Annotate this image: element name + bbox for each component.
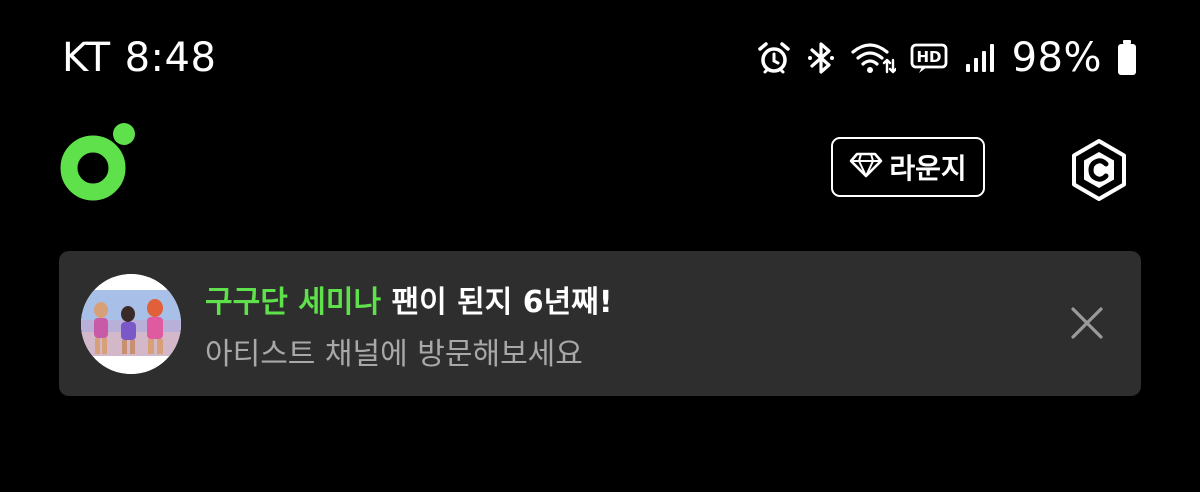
close-icon[interactable] (1067, 303, 1107, 343)
diamond-icon (849, 152, 883, 182)
app-logo-icon[interactable] (60, 118, 140, 202)
status-right: HD 98% (756, 35, 1138, 81)
artist-name: 구구단 세미나 (205, 285, 382, 320)
battery-percent: 98% (1011, 35, 1102, 81)
app-header: 라운지 (60, 118, 1140, 208)
banner-title-rest: 팬이 된지 6년째! (381, 285, 613, 320)
coin-c-icon[interactable] (1067, 138, 1131, 202)
battery-icon (1116, 39, 1138, 77)
clock-time: 8:48 (124, 35, 217, 81)
banner-text: 구구단 세미나 팬이 된지 6년째! 아티스트 채널에 방문해보세요 (205, 277, 613, 373)
wifi-icon (850, 40, 896, 76)
fan-anniversary-banner[interactable]: 구구단 세미나 팬이 된지 6년째! 아티스트 채널에 방문해보세요 (59, 251, 1141, 396)
bluetooth-icon (806, 40, 836, 76)
screen: KT 8:48 HD 98% 라운지 구구단 세미나 팬이 된지 6년째! 아티… (0, 0, 1200, 492)
banner-title: 구구단 세미나 팬이 된지 6년째! (205, 277, 613, 321)
carrier-label: KT (62, 35, 111, 81)
signal-icon (964, 40, 998, 76)
artist-avatar (81, 274, 181, 374)
status-left: KT 8:48 (62, 35, 216, 81)
hd-voice-icon: HD (910, 40, 950, 76)
lounge-button[interactable]: 라운지 (831, 137, 985, 197)
banner-subtitle: 아티스트 채널에 방문해보세요 (205, 337, 583, 372)
alarm-icon (756, 40, 792, 76)
svg-text:HD: HD (916, 48, 941, 66)
lounge-label: 라운지 (889, 152, 967, 185)
status-bar: KT 8:48 HD 98% (62, 30, 1138, 86)
